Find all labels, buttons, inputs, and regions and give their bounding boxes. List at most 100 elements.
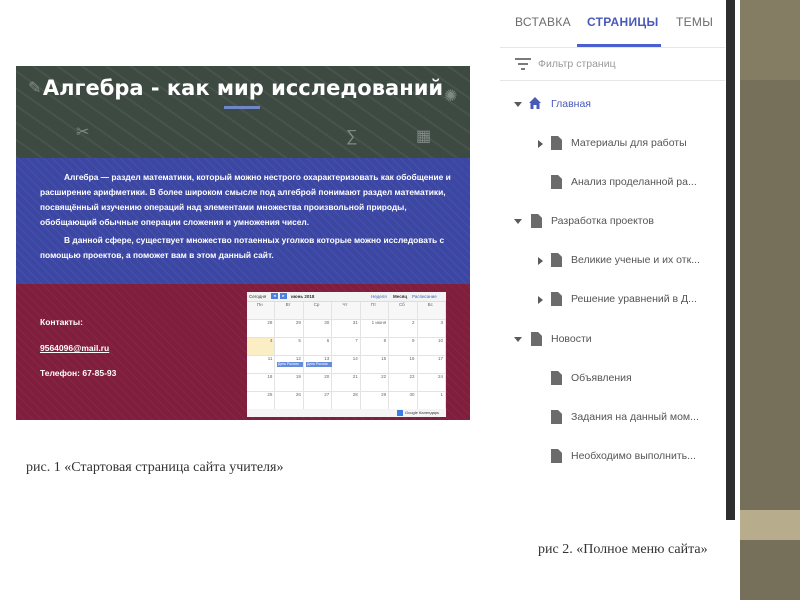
calendar-day[interactable]: 21 xyxy=(332,374,361,392)
tab-themes[interactable]: ТЕМЫ xyxy=(676,15,713,29)
page-tree-label: Материалы для работы xyxy=(571,137,687,149)
calendar-month[interactable]: июнь 2018 xyxy=(291,294,314,299)
calendar-day[interactable]: 23 xyxy=(389,374,418,392)
page-tree-item[interactable]: Главная xyxy=(500,95,725,115)
calendar-day[interactable]: 28 xyxy=(247,320,276,338)
page-tree-item[interactable]: Разработка проектов xyxy=(500,212,725,232)
page-tree-item[interactable]: Решение уравнений в Д... xyxy=(500,290,725,310)
week-view-button[interactable]: Неделя xyxy=(371,294,387,299)
calendar-day[interactable]: 7 xyxy=(332,338,361,356)
page-tree-label: Задания на данный мом... xyxy=(571,411,699,423)
calendar-day[interactable]: 28 xyxy=(332,392,361,410)
page-tree-item[interactable]: Объявления xyxy=(500,369,725,389)
calendar-grid: Пн Вт Ср Чт Пт Сб Вс 28 29 30 31 1 июня 2 3 4 5 6 7 8 9 10 11… xyxy=(247,301,446,410)
weekday-header: Вт xyxy=(275,302,304,320)
editor-tabs: ВСТАВКА СТРАНИЦЫ ТЕМЫ xyxy=(500,0,725,48)
collapse-arrow-icon[interactable] xyxy=(514,337,522,342)
calendar-day[interactable]: 19 xyxy=(275,374,304,392)
contacts-section: Контакты: 9564096@mail.ru Телефон: 67-85… xyxy=(16,284,470,420)
calendar-day[interactable]: 24 xyxy=(417,374,446,392)
calendar-day[interactable]: 10 xyxy=(417,338,446,356)
phone-text: Телефон: 67-85-93 xyxy=(40,368,117,378)
calendar-event[interactable]: День Россия xyxy=(306,362,332,367)
page-icon xyxy=(551,371,562,385)
calendar-day[interactable]: 14 xyxy=(332,356,361,374)
calendar-day[interactable]: 2 xyxy=(389,320,418,338)
calendar-day[interactable]: 27 xyxy=(303,392,333,410)
collapse-arrow-icon[interactable] xyxy=(514,102,522,107)
site-title: Алгебра - как мир исследований xyxy=(42,76,444,100)
month-view-button[interactable]: Месяц xyxy=(393,294,407,299)
page-icon xyxy=(551,136,562,150)
home-icon xyxy=(529,97,541,109)
page-tree-label: Объявления xyxy=(571,372,632,384)
page-tree-item[interactable]: Необходимо выполнить... xyxy=(500,447,725,467)
page-tree-item[interactable]: Материалы для работы xyxy=(500,134,725,154)
calendar-day[interactable]: 22 xyxy=(360,374,390,392)
next-month-button[interactable]: ▸ xyxy=(280,293,287,299)
prev-month-button[interactable]: ◂ xyxy=(271,293,278,299)
filter-input[interactable]: Фильтр страниц xyxy=(538,58,616,70)
today-button[interactable]: Сегодня xyxy=(249,294,266,299)
page-tree-label: Необходимо выполнить... xyxy=(571,450,696,462)
expand-arrow-icon[interactable] xyxy=(538,140,543,148)
page-icon xyxy=(551,449,562,463)
calendar-day[interactable]: 1 июня xyxy=(360,320,390,338)
tab-pages[interactable]: СТРАНИЦЫ xyxy=(587,15,659,29)
calendar-event[interactable]: День Россия xyxy=(277,362,303,367)
calendar-day[interactable]: 30 xyxy=(303,320,333,338)
calendar-day[interactable]: 4 xyxy=(247,338,276,356)
calendar-day[interactable]: 25 xyxy=(247,392,276,410)
calendar-day[interactable]: 15 xyxy=(360,356,390,374)
side-panel-accent-block xyxy=(740,510,800,540)
page-tree-item[interactable]: Задания на данный мом... xyxy=(500,408,725,428)
page-tree-label: Новости xyxy=(551,333,592,345)
page-tree-label: Великие ученые и их отк... xyxy=(571,254,700,266)
formula-doodle-icon: ∑ xyxy=(346,128,358,145)
calendar-day[interactable]: 11 xyxy=(247,356,276,374)
intro-paragraph-1: Алгебра — раздел математики, который мож… xyxy=(40,172,451,227)
calendar-day[interactable]: 31 xyxy=(332,320,361,338)
intro-section: Алгебра — раздел математики, который мож… xyxy=(16,158,470,284)
page-icon xyxy=(551,410,562,424)
calendar-day[interactable]: 29 xyxy=(360,392,390,410)
page-tree-item[interactable]: Новости xyxy=(500,330,725,350)
page-tree-label: Решение уравнений в Д... xyxy=(571,293,697,305)
expand-arrow-icon[interactable] xyxy=(538,296,543,304)
scissors-doodle-icon: ✂ xyxy=(76,124,90,141)
weekday-header: Ср xyxy=(303,302,333,320)
calendar-day[interactable]: 20 xyxy=(303,374,333,392)
contacts-title: Контакты: xyxy=(40,317,83,327)
calendar-day[interactable]: 3 xyxy=(417,320,446,338)
title-underline xyxy=(224,106,260,109)
calendar-day[interactable]: 17 xyxy=(417,356,446,374)
site-header: ✎ ✂ ▦ ✺ ∑ Алгебра - как мир исследований xyxy=(16,66,470,158)
filter-icon xyxy=(515,58,531,70)
calendar-day[interactable]: 29 xyxy=(275,320,304,338)
calendar-day[interactable]: 16 xyxy=(389,356,418,374)
agenda-view-button[interactable]: Расписание xyxy=(412,294,437,299)
calendar-day[interactable]: 6 xyxy=(303,338,333,356)
calendar-day[interactable]: 30 xyxy=(389,392,418,410)
weekday-header: Пт xyxy=(360,302,390,320)
calendar-day[interactable]: 1 xyxy=(417,392,446,410)
page-tree-item[interactable]: Анализ проделанной ра... xyxy=(500,173,725,193)
calculator-doodle-icon: ▦ xyxy=(416,128,432,145)
calendar-day[interactable]: 9 xyxy=(389,338,418,356)
page-tree-item[interactable]: Великие ученые и их отк... xyxy=(500,251,725,271)
weekday-header: Сб xyxy=(389,302,418,320)
calendar-day[interactable]: 18 xyxy=(247,374,276,392)
email-link[interactable]: 9564096@mail.ru xyxy=(40,343,109,353)
intro-paragraph-2: В данной сфере, существует множество пот… xyxy=(40,235,445,260)
calendar-day[interactable]: 5 xyxy=(275,338,304,356)
tab-insert[interactable]: ВСТАВКА xyxy=(515,15,571,29)
page-filter: Фильтр страниц xyxy=(500,48,725,81)
side-panel-top xyxy=(740,0,800,80)
google-calendar-icon xyxy=(397,410,403,416)
expand-arrow-icon[interactable] xyxy=(538,257,543,265)
page-tree-label: Анализ проделанной ра... xyxy=(571,176,697,188)
calendar-day[interactable]: 8 xyxy=(360,338,390,356)
collapse-arrow-icon[interactable] xyxy=(514,219,522,224)
calendar-day[interactable]: 26 xyxy=(275,392,304,410)
pages-menu-screenshot: ВСТАВКА СТРАНИЦЫ ТЕМЫ Фильтр страниц Гла… xyxy=(500,0,725,520)
